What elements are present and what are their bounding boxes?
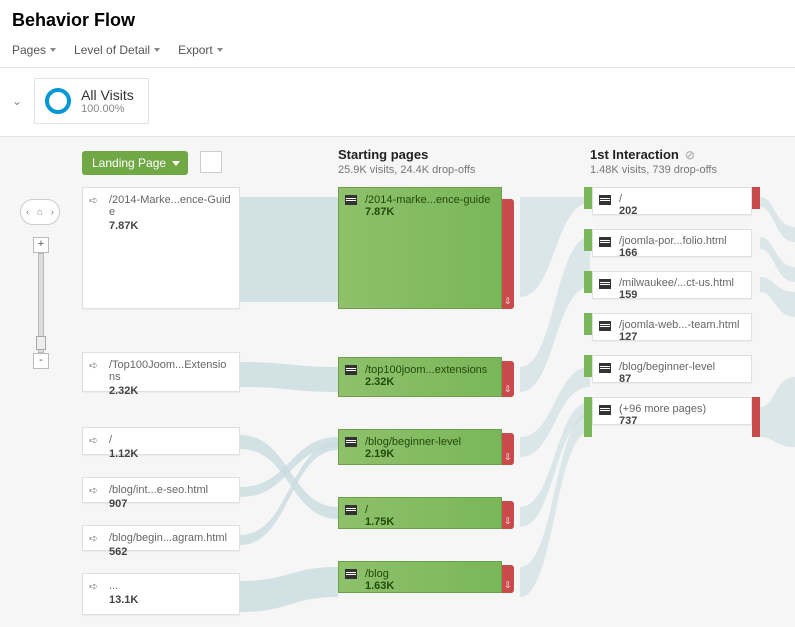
page-icon [345,195,357,205]
page-icon [599,363,611,373]
caret-down-icon [217,48,223,52]
landing-node[interactable]: ➪/blog/int...e-seo.html907 [82,477,240,503]
segment-percent: 100.00% [81,103,134,115]
export-menu[interactable]: Export [178,43,223,57]
segment-chip[interactable]: All Visits 100.00% [34,78,149,124]
column-header-starting: Starting pages 25.9K visits, 24.4K drop-… [338,147,475,176]
nav-home-control[interactable]: ‹ ⌂ › [20,199,60,225]
page-header: Behavior Flow [0,0,795,37]
zoom-control: + - [33,237,49,369]
starting-node[interactable]: /blog1.63K [338,561,502,593]
node-strip [584,271,592,293]
page-icon [599,237,611,247]
interaction-node[interactable]: /202 [592,187,752,215]
page-icon [599,405,611,415]
landing-node[interactable]: ➪/blog/begin...agram.html562 [82,525,240,551]
zoom-in-button[interactable]: + [33,237,49,253]
page-icon [345,569,357,579]
landing-node[interactable]: ➪/1.12K [82,427,240,455]
dropoff-bar [502,565,514,593]
caret-down-icon [50,48,56,52]
node-strip [584,355,592,377]
dropoff-strip [752,187,760,209]
caret-down-icon [154,48,160,52]
remove-column-icon[interactable]: ⊘ [685,148,695,162]
dropoff-bar [502,433,514,465]
zoom-out-button[interactable]: - [33,353,49,369]
dropoff-bar [502,361,514,397]
dropoff-bar [502,199,514,309]
segment-name: All Visits [81,87,134,103]
landing-node[interactable]: ➪/2014-Marke...ence-Guide7.87K [82,187,240,309]
node-strip [584,229,592,251]
dropoff-bar [502,501,514,529]
landing-node[interactable]: ➪/Top100Joom...Extensions2.32K [82,352,240,392]
dropoff-strip [752,397,760,437]
zoom-thumb[interactable] [36,336,46,350]
segment-circle-icon [45,88,71,114]
node-strip [584,313,592,335]
segment-row: ⌄ All Visits 100.00% [0,68,795,137]
level-of-detail-menu[interactable]: Level of Detail [74,43,160,57]
entry-arrow-icon: ➪ [89,359,98,372]
starting-node[interactable]: /blog/beginner-level2.19K [338,429,502,465]
chevron-down-icon[interactable]: ⌄ [12,94,22,108]
flow-canvas[interactable]: Landing Page Starting pages 25.9K visits… [0,137,795,627]
entry-arrow-icon: ➪ [89,532,98,545]
column-header-first-interaction: 1st Interaction⊘ 1.48K visits, 739 drop-… [590,147,717,176]
node-strip [584,187,592,209]
dimension-config-button[interactable] [200,151,222,173]
starting-node[interactable]: /top100joom...extensions2.32K [338,357,502,397]
page-icon [345,505,357,515]
chevron-left-icon: ‹ [26,207,29,218]
interaction-node[interactable]: /blog/beginner-level87 [592,355,752,383]
page-title: Behavior Flow [12,10,783,31]
interaction-node[interactable]: /joomla-por...folio.html166 [592,229,752,257]
page-icon [345,437,357,447]
home-icon: ⌂ [37,207,43,218]
starting-node[interactable]: /2014-marke...ence-guide7.87K [338,187,502,309]
page-icon [599,321,611,331]
chevron-right-icon: › [51,207,54,218]
entry-arrow-icon: ➪ [89,194,98,207]
entry-arrow-icon: ➪ [89,580,98,593]
interaction-node-more[interactable]: (+96 more pages)737 [592,397,752,425]
entry-arrow-icon: ➪ [89,484,98,497]
interaction-node[interactable]: /milwaukee/...ct-us.html159 [592,271,752,299]
page-icon [599,195,611,205]
landing-node[interactable]: ➪...13.1K [82,573,240,615]
pages-menu[interactable]: Pages [12,43,56,57]
toolbar: Pages Level of Detail Export [0,37,795,68]
page-icon [599,279,611,289]
zoom-slider[interactable] [38,253,44,353]
page-icon [345,365,357,375]
entry-arrow-icon: ➪ [89,434,98,447]
starting-node[interactable]: /1.75K [338,497,502,529]
node-strip [584,397,592,437]
interaction-node[interactable]: /joomla-web...-team.html127 [592,313,752,341]
dimension-select[interactable]: Landing Page [82,151,188,175]
